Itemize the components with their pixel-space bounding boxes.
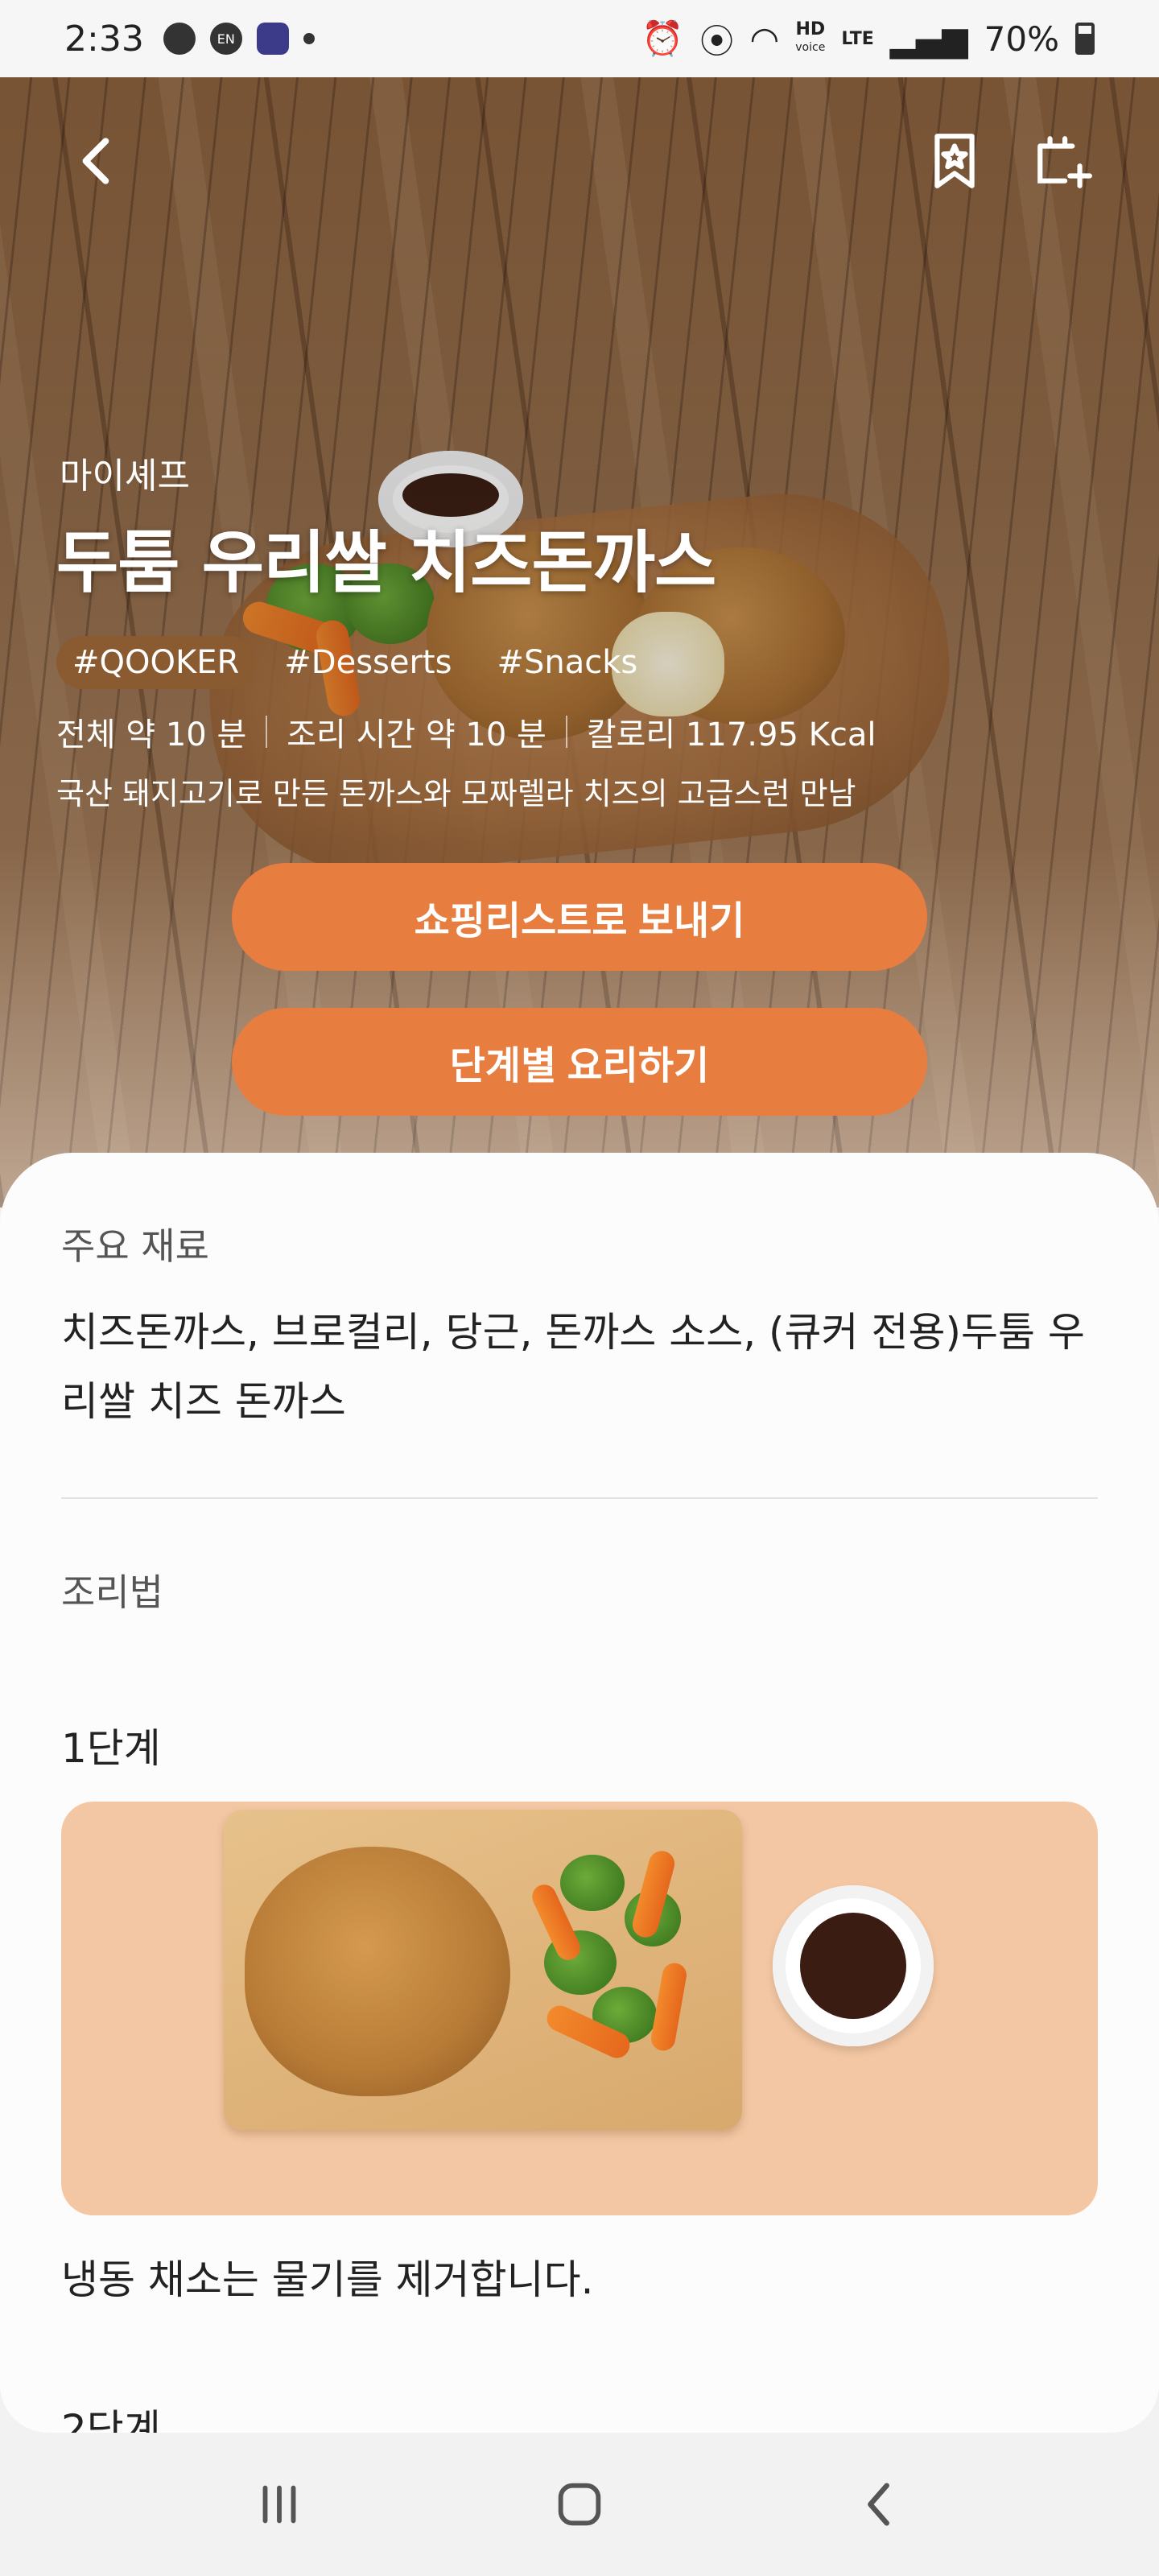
step-text: 냉동 채소는 물기를 제거합니다. xyxy=(61,2256,594,2303)
add-to-calendar-button[interactable] xyxy=(1022,121,1103,201)
step-title: 1단계 xyxy=(61,1725,161,1772)
notification-icon xyxy=(163,23,196,55)
system-back-button[interactable] xyxy=(831,2464,928,2545)
recipe-detail-card: 주요 재료 치즈돈까스, 브로컬리, 당근, 돈까스 소스, (큐커 전용)두툼… xyxy=(0,1153,1159,2433)
tag-qooker[interactable]: #QOOKER xyxy=(56,636,256,689)
status-bar: 2:33 EN ⏰ ⦿ ◠ HD voice LTE ▂▄▆ 70% xyxy=(0,0,1159,77)
tag-list: #QOOKER #Desserts #Snacks xyxy=(56,636,654,689)
total-time: 전체 약 10 분 xyxy=(56,716,247,753)
cook-time: 조리 시간 약 10 분 xyxy=(287,716,547,753)
calendar-add-icon xyxy=(1037,136,1092,188)
tag-desserts[interactable]: #Desserts xyxy=(268,636,468,689)
wifi-icon: ◠ xyxy=(749,19,780,59)
meta-divider xyxy=(565,716,567,748)
recipe-title: 두툼 우리쌀 치즈돈까스 xyxy=(56,523,716,602)
bookmark-star-icon xyxy=(934,134,975,188)
cook-step-by-step-button[interactable]: 단계별 요리하기 xyxy=(232,1008,927,1116)
status-time: 2:33 xyxy=(64,18,144,60)
cutlet xyxy=(245,1847,510,2096)
ingredients-label: 주요 재료 xyxy=(61,1224,209,1268)
vpn-shield-icon: EN xyxy=(209,23,242,55)
ingredients-text: 치즈돈까스, 브로컬리, 당근, 돈까스 소스, (큐커 전용)두툼 우리쌀 치… xyxy=(61,1309,1085,1425)
step-image xyxy=(61,1802,1098,2215)
recent-apps-button[interactable] xyxy=(231,2464,328,2545)
sauce-bowl xyxy=(773,1885,934,2046)
tag-snacks[interactable]: #Snacks xyxy=(481,636,654,689)
bookmark-button[interactable] xyxy=(914,121,995,201)
signal-icon: ▂▄▆ xyxy=(889,19,968,59)
battery-text: 70% xyxy=(984,19,1059,59)
battery-icon xyxy=(1075,23,1095,55)
location-icon: ⦿ xyxy=(699,21,734,61)
recent-apps-icon xyxy=(262,2485,296,2524)
hd-voice-badge: HD voice xyxy=(795,19,826,55)
calories: 칼로리 117.95 Kcal xyxy=(586,716,876,753)
meta-divider xyxy=(266,716,268,748)
step-title: 2단계 xyxy=(61,2406,161,2433)
back-icon xyxy=(868,2483,890,2526)
home-icon xyxy=(558,2483,601,2526)
system-nav-bar xyxy=(0,2433,1159,2576)
send-to-shopping-list-button[interactable]: 쇼핑리스트로 보내기 xyxy=(232,863,927,971)
lte-badge: LTE xyxy=(841,28,874,49)
section-divider xyxy=(61,1497,1098,1499)
more-notifications-icon xyxy=(303,33,315,44)
recipe-brand: 마이셰프 xyxy=(60,456,190,497)
chevron-left-icon xyxy=(82,138,109,184)
recipe-description: 국산 돼지고기로 만든 돈까스와 모짜렐라 치즈의 고급스런 만남 xyxy=(56,776,856,811)
alarm-icon: ⏰ xyxy=(641,19,684,58)
home-button[interactable] xyxy=(531,2464,628,2545)
recipe-meta: 전체 약 10 분 조리 시간 약 10 분 칼로리 117.95 Kcal xyxy=(56,708,876,755)
method-label: 조리법 xyxy=(61,1571,163,1614)
back-button[interactable] xyxy=(58,121,138,201)
app-icon xyxy=(256,23,289,55)
